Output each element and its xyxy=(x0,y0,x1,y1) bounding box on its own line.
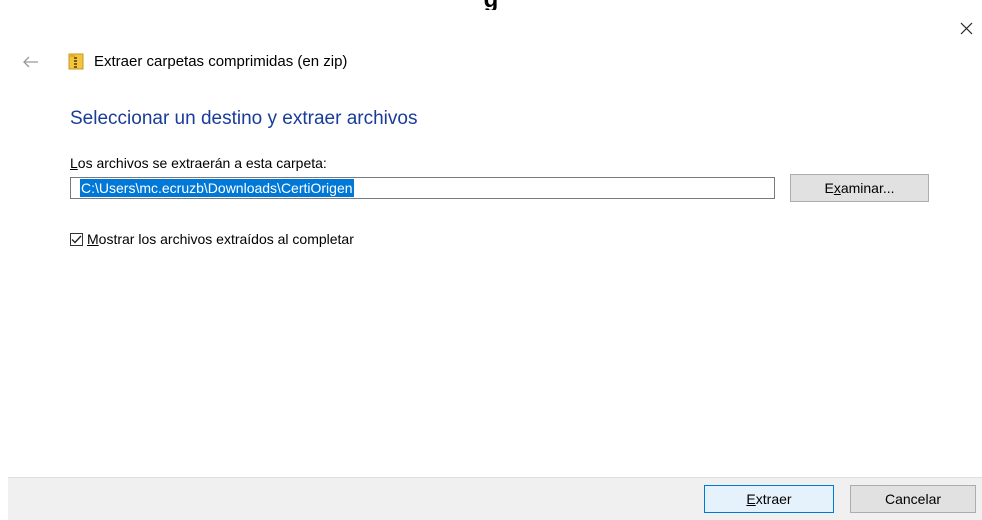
browse-label-mnemonic: x xyxy=(833,180,841,196)
show-files-mnemonic: M xyxy=(87,231,99,247)
cancel-button[interactable]: Cancelar xyxy=(850,485,976,513)
checkmark-icon xyxy=(71,235,82,243)
destination-label-mnemonic: L xyxy=(70,155,78,171)
zip-folder-icon xyxy=(68,53,84,70)
close-icon xyxy=(960,22,972,34)
browse-label-rest: aminar... xyxy=(840,180,895,196)
extract-label-rest: xtraer xyxy=(755,491,792,507)
extract-mnemonic: E xyxy=(746,491,756,507)
destination-path-value: C:\Users\mc.ecruzb\Downloads\CertiOrigen xyxy=(80,179,354,197)
title-row: Extraer carpetas comprimidas (en zip) xyxy=(68,52,347,70)
cropped-heading: g xyxy=(0,0,982,10)
destination-path-input[interactable]: C:\Users\mc.ecruzb\Downloads\CertiOrigen xyxy=(70,177,775,199)
back-button[interactable] xyxy=(20,52,42,72)
main-heading: Seleccionar un destino y extraer archivo… xyxy=(70,108,418,129)
screen: g Extraer carpetas comprimidas (en zip) xyxy=(0,0,982,520)
show-files-checkbox[interactable] xyxy=(70,232,83,246)
show-files-label: Mostrar los archivos extraídos al comple… xyxy=(87,231,354,247)
show-files-text: ostrar los archivos extraídos al complet… xyxy=(98,231,354,247)
show-files-option[interactable]: Mostrar los archivos extraídos al comple… xyxy=(70,231,354,247)
browse-label-pre: E xyxy=(824,180,834,196)
destination-label-text: os archivos se extraerán a esta carpeta: xyxy=(77,155,327,171)
destination-label: Los archivos se extraerán a esta carpeta… xyxy=(70,155,327,171)
dialog-title: Extraer carpetas comprimidas (en zip) xyxy=(94,52,348,70)
extract-button[interactable]: Extraer xyxy=(704,485,834,513)
close-button[interactable] xyxy=(954,16,978,40)
back-arrow-icon xyxy=(23,56,38,68)
extract-dialog: Extraer carpetas comprimidas (en zip) Se… xyxy=(8,10,982,520)
browse-button[interactable]: Ex aminar... xyxy=(790,174,929,202)
dialog-footer: Extraer Cancelar xyxy=(8,477,982,520)
